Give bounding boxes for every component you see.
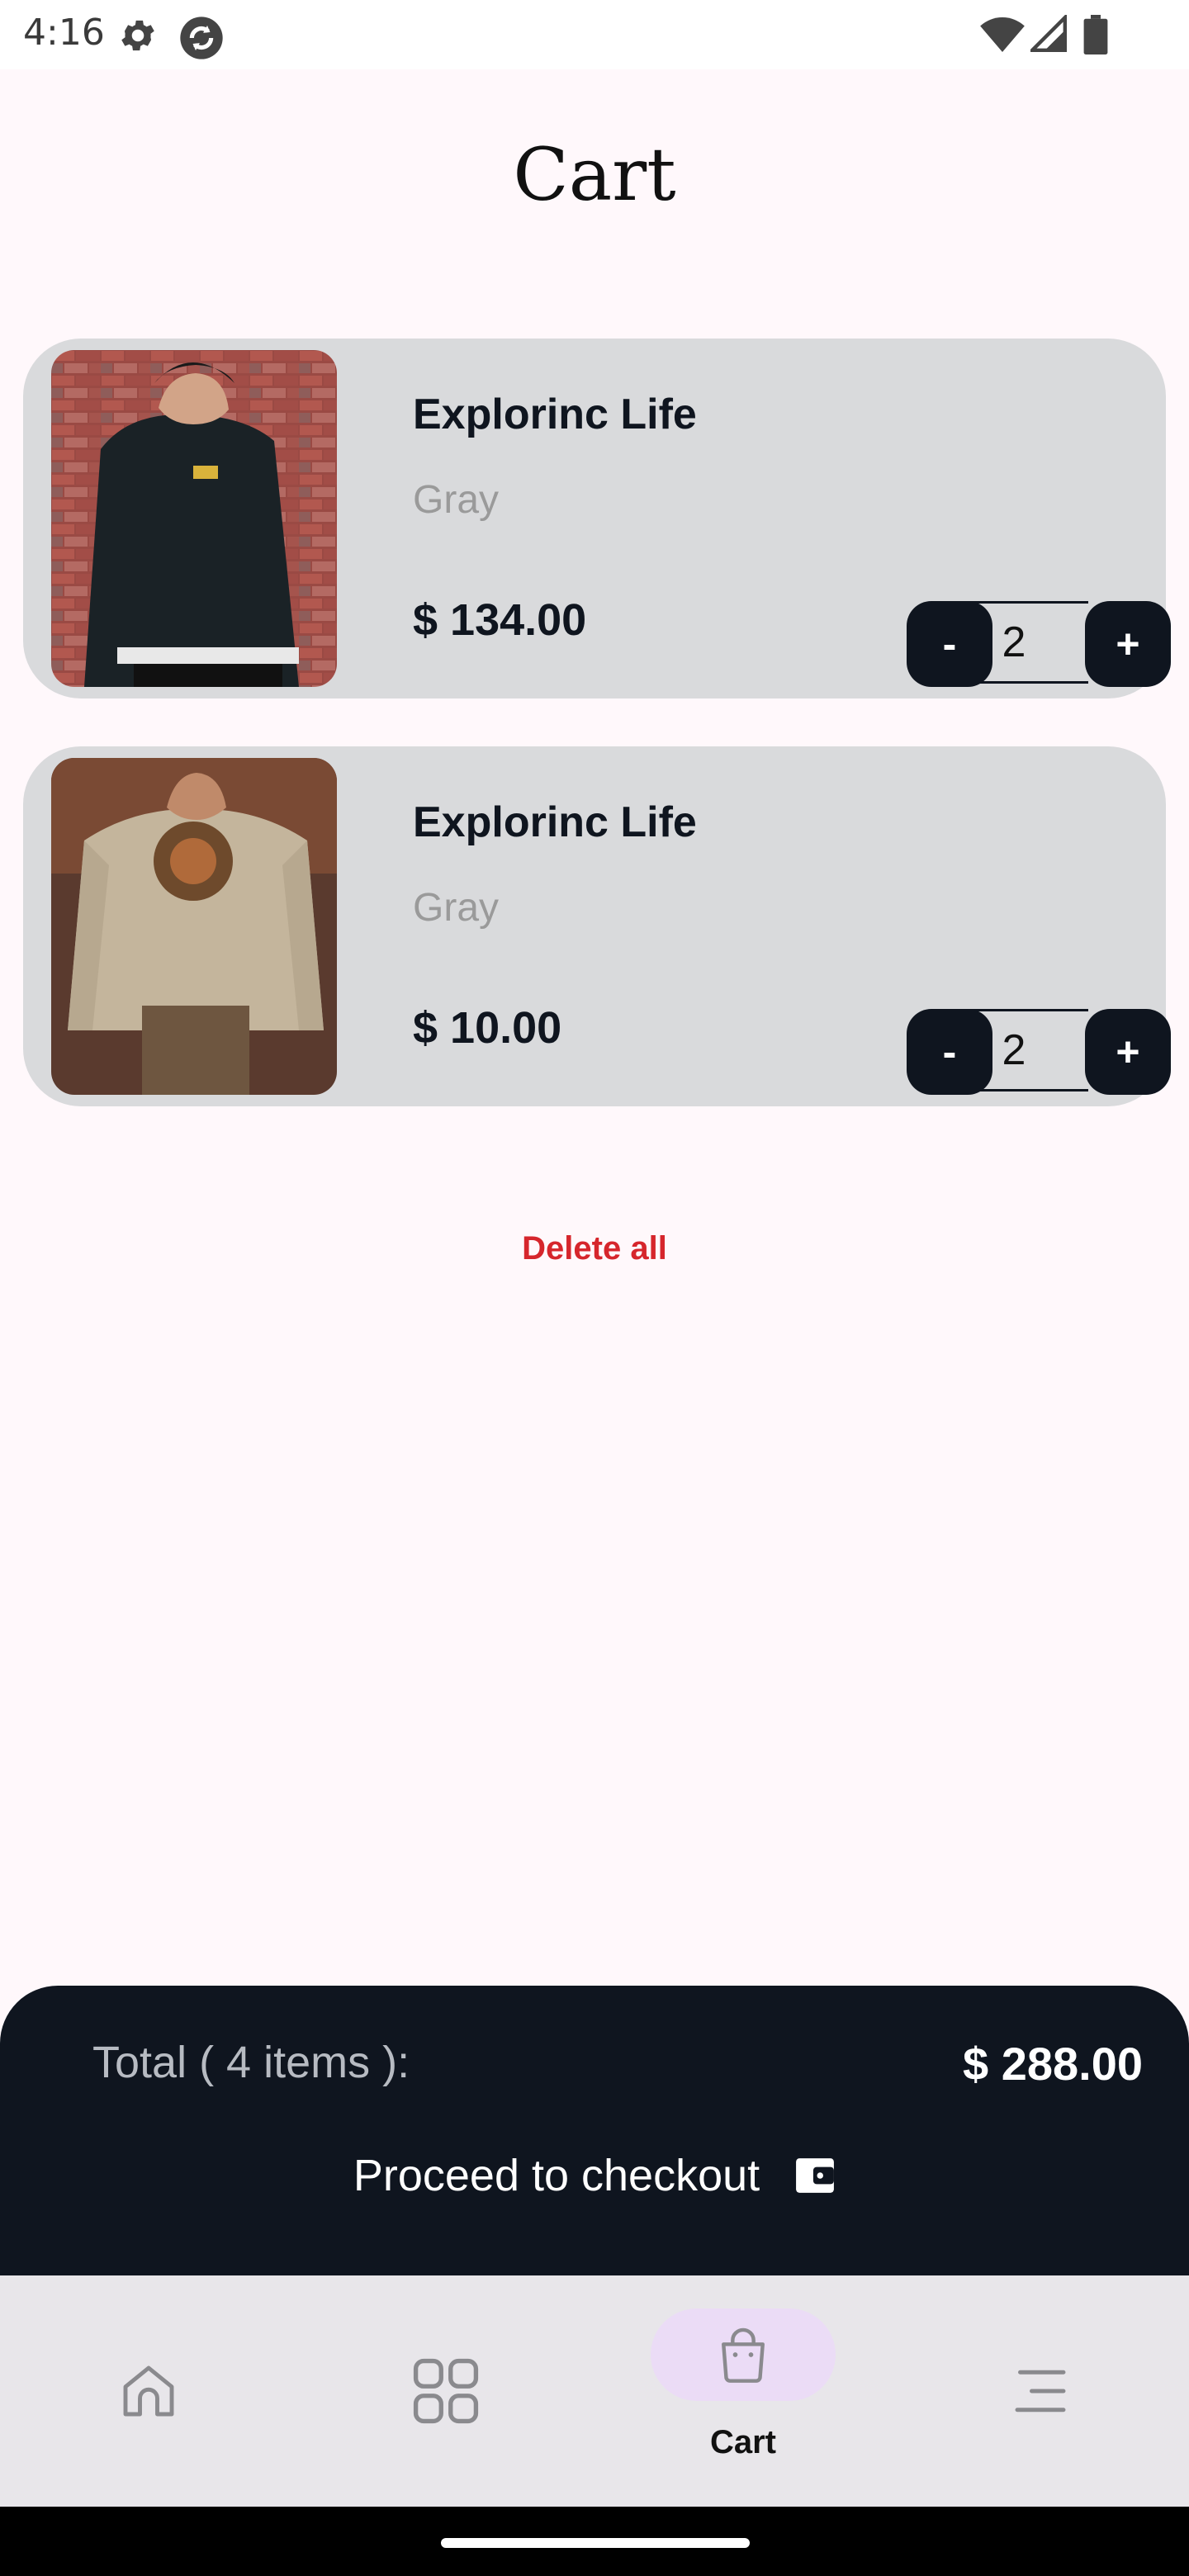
status-time: 4:16: [23, 12, 105, 54]
cart-item-card: Explorinc Life Gray $ 134.00 2 - +: [23, 339, 1171, 698]
home-indicator[interactable]: [441, 2538, 750, 2548]
nav-home[interactable]: [0, 2275, 297, 2507]
nav-cart[interactable]: Cart: [594, 2275, 892, 2507]
total-value: $ 288.00: [963, 2038, 1143, 2090]
sync-icon: [180, 17, 223, 59]
settings-icon: [121, 20, 154, 51]
page-title: Cart: [513, 132, 676, 217]
increase-quantity-button[interactable]: +: [1085, 1009, 1171, 1095]
cart-item-card: Explorinc Life Gray $ 10.00 2 - +: [23, 746, 1171, 1106]
menu-icon: [1015, 2370, 1066, 2413]
decrease-quantity-button[interactable]: -: [907, 601, 992, 687]
system-navigation-bar: [0, 2507, 1189, 2576]
quantity-stepper: 2 - +: [882, 601, 1171, 687]
battery-icon: [1083, 15, 1108, 54]
bottom-navigation: Cart: [0, 2275, 1189, 2507]
nav-cart-label: Cart: [709, 2424, 777, 2460]
proceed-to-checkout-button[interactable]: Proceed to checkout: [0, 2134, 1189, 2217]
wallet-icon: [796, 2158, 835, 2193]
checkout-summary-panel: Total ( 4 items ): $ 288.00 Proceed to c…: [0, 1986, 1189, 2291]
checkout-label: Proceed to checkout: [353, 2151, 760, 2200]
cellular-signal-icon: [1030, 15, 1067, 52]
home-icon: [123, 2365, 174, 2417]
total-label: Total ( 4 items ):: [92, 2038, 410, 2087]
product-name: Explorinc Life: [413, 798, 697, 846]
bag-icon: [722, 2327, 765, 2383]
product-color: Gray: [413, 886, 500, 930]
product-price: $ 10.00: [413, 1003, 562, 1053]
nav-categories[interactable]: [297, 2275, 594, 2507]
wifi-icon: [980, 17, 1025, 52]
product-price: $ 134.00: [413, 595, 587, 645]
increase-quantity-button[interactable]: +: [1085, 601, 1171, 687]
product-name: Explorinc Life: [413, 391, 697, 438]
quantity-stepper: 2 - +: [882, 1009, 1171, 1095]
status-bar: 4:16: [0, 0, 1189, 69]
product-image: [51, 350, 337, 687]
delete-all-button[interactable]: Delete all: [0, 1230, 1189, 1267]
product-image: [51, 758, 337, 1095]
decrease-quantity-button[interactable]: -: [907, 1009, 992, 1095]
nav-menu[interactable]: [892, 2275, 1189, 2507]
product-color: Gray: [413, 478, 500, 522]
grid-icon: [413, 2358, 479, 2424]
